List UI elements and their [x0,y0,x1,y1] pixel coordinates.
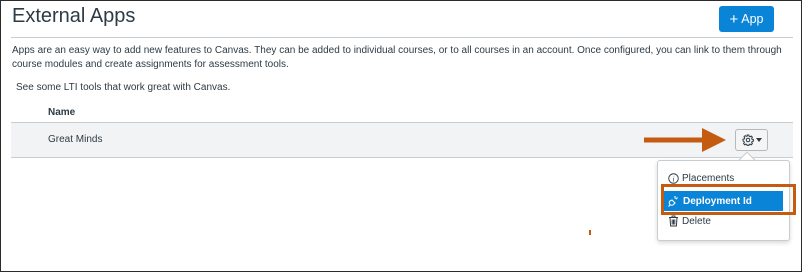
menu-item-label: Placements [682,172,735,184]
trash-icon [669,215,678,227]
page-title: External Apps [12,5,136,27]
info-icon: i [668,172,679,184]
app-name: Great Minds [48,134,103,145]
page-frame: External Apps + App Apps are an easy way… [0,0,802,272]
add-app-button-label: App [741,12,764,26]
annotation-arrow-icon [644,128,726,152]
title-divider [11,37,793,38]
menu-item-label: Delete [682,215,711,227]
apps-description: Apps are an easy way to add new features… [12,45,782,70]
app-settings-button[interactable] [735,129,768,151]
annotation-mark [589,230,591,235]
lti-tools-link[interactable]: See some LTI tools that work great with … [16,82,230,93]
plus-icon: + [729,10,739,28]
gear-icon [742,134,754,146]
add-app-button[interactable]: + App [719,6,774,32]
caret-down-icon [755,138,762,142]
svg-text:i: i [672,174,674,183]
annotation-highlight-box [661,184,796,215]
column-header-name: Name [48,107,76,118]
